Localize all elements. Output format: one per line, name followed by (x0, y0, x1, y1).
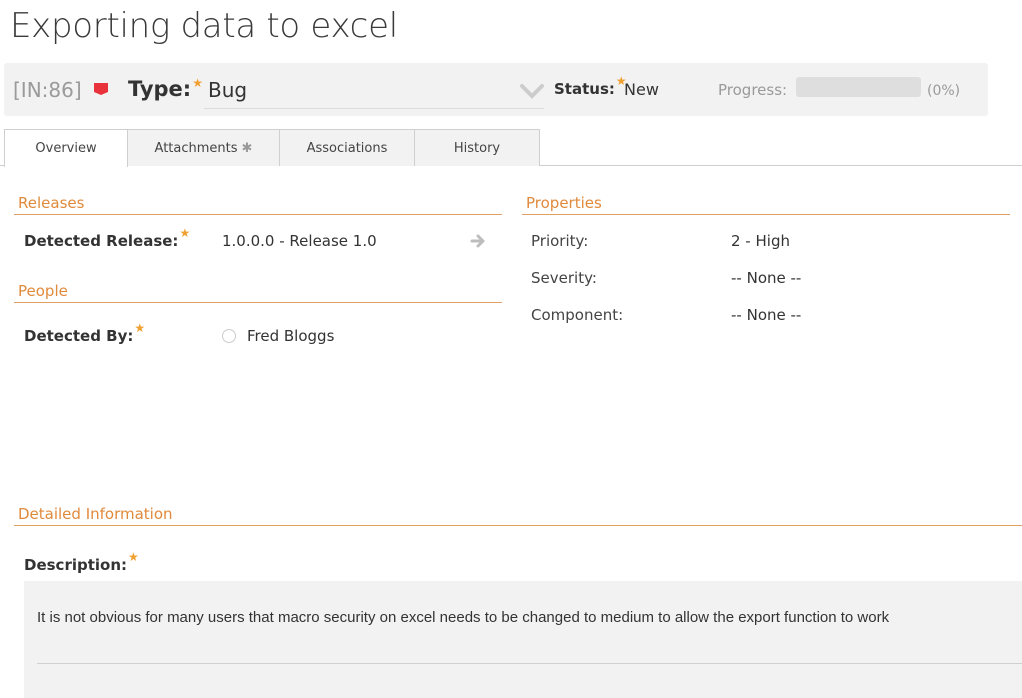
status-label: Status:★ (554, 74, 627, 98)
tab-label: Overview (35, 141, 97, 156)
status-value: New (624, 80, 659, 99)
page-title: Exporting data to excel (10, 6, 398, 46)
incident-id: [IN:86] (13, 78, 82, 102)
description-label: Description:★ (24, 550, 139, 574)
priority-label: Priority: (531, 232, 589, 250)
tab-label: Associations (306, 141, 388, 156)
flag-icon (94, 83, 108, 95)
severity-value[interactable]: -- None -- (731, 269, 801, 287)
tab-attachments[interactable]: Attachments ✱ (127, 129, 280, 166)
detected-release-label: Detected Release:★ (24, 226, 190, 250)
progress-label: Progress: (718, 81, 788, 99)
detected-release-value[interactable]: 1.0.0.0 - Release 1.0 (222, 232, 377, 250)
required-star-icon: ★ (179, 226, 191, 240)
severity-label: Severity: (531, 269, 597, 287)
type-select[interactable]: Bug (204, 71, 544, 109)
detected-by-label-text: Detected By: (24, 327, 134, 345)
type-label-text: Type: (128, 77, 192, 101)
tab-associations[interactable]: Associations (279, 129, 415, 166)
component-label: Component: (531, 306, 624, 324)
detected-release-label-text: Detected Release: (24, 232, 179, 250)
description-divider (37, 663, 1022, 664)
detected-by-label: Detected By:★ (24, 321, 145, 345)
detailed-information-heading: Detailed Information (14, 505, 1022, 526)
priority-value[interactable]: 2 - High (731, 232, 790, 250)
tab-label: History (453, 141, 501, 156)
tab-label: Attachments (154, 141, 238, 156)
description-label-text: Description: (24, 556, 128, 574)
chevron-down-icon[interactable] (520, 83, 544, 99)
status-label-text: Status: (554, 80, 615, 98)
arrow-right-icon[interactable] (470, 233, 486, 249)
progress-bar (796, 77, 921, 97)
incident-header-bar: [IN:86] Type:★ Bug Status:★ New Progress… (4, 63, 988, 116)
user-status-icon (222, 329, 236, 343)
releases-heading: Releases (14, 194, 502, 215)
detected-by-value[interactable]: Fred Bloggs (247, 327, 334, 345)
description-text[interactable]: It is not obvious for many users that ma… (37, 609, 889, 626)
tab-history[interactable]: History (414, 129, 540, 166)
tab-bar: Overview Attachments ✱ Associations Histo… (0, 129, 1022, 167)
people-heading: People (14, 282, 502, 303)
type-label: Type:★ (128, 76, 203, 101)
type-select-value: Bug (208, 78, 248, 102)
tab-overview[interactable]: Overview (4, 129, 128, 167)
required-star-icon: ★ (192, 76, 203, 90)
description-editor[interactable]: It is not obvious for many users that ma… (24, 581, 1022, 698)
asterisk-icon: ✱ (241, 141, 253, 156)
properties-heading: Properties (522, 194, 1010, 215)
required-star-icon: ★ (134, 321, 146, 335)
progress-percent: (0%) (927, 83, 961, 99)
required-star-icon: ★ (128, 550, 139, 564)
component-value[interactable]: -- None -- (731, 306, 801, 324)
